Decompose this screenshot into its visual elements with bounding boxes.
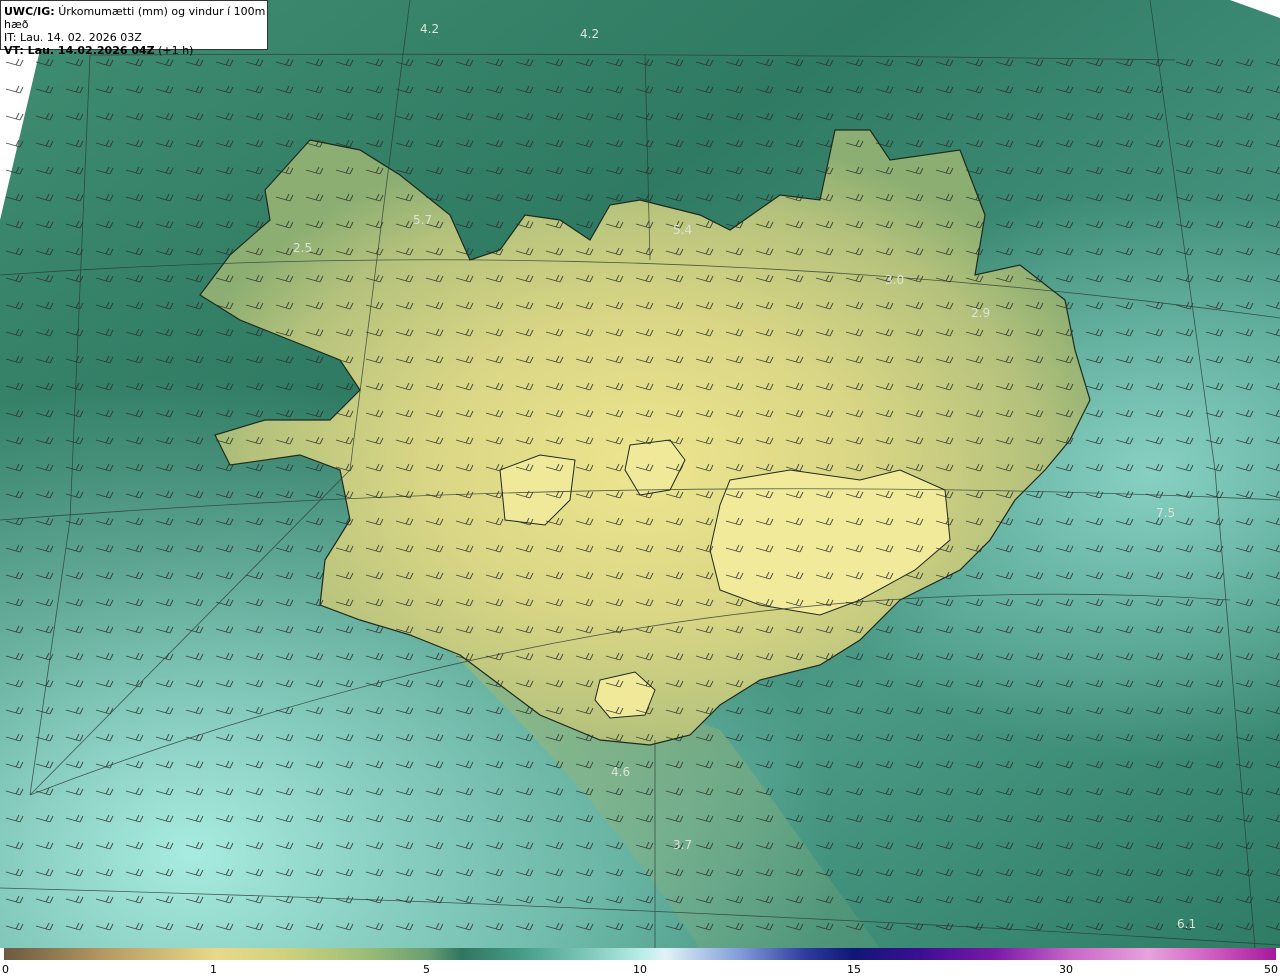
map-title-box: UWC/IG: Úrkomumætti (mm) og vindur í 100… bbox=[0, 0, 268, 57]
wind-barbs-field bbox=[0, 50, 1280, 948]
map-label: 4.2 bbox=[580, 27, 599, 41]
colorbar-tick: 30 bbox=[1059, 963, 1073, 976]
map-label: 4.6 bbox=[611, 765, 630, 779]
map-label: 6.1 bbox=[1177, 917, 1196, 931]
weather-map: 4.2 4.2 5.7 2.5 5.4 3.0 2.9 7.5 4.6 3.7 … bbox=[0, 0, 1280, 948]
map-label: 3.7 bbox=[673, 838, 692, 852]
map-label: 2.5 bbox=[293, 241, 312, 255]
colorbar-tick: 0 bbox=[2, 963, 9, 976]
model-name: UWC/IG: bbox=[4, 5, 55, 18]
colorbar-tick: 15 bbox=[847, 963, 861, 976]
colorbar bbox=[4, 948, 1276, 960]
map-label: 4.2 bbox=[420, 22, 439, 36]
colorbar-legend: 0 1 5 10 15 30 50 bbox=[0, 948, 1280, 978]
map-label: 7.5 bbox=[1156, 506, 1175, 520]
valid-time: VT: Lau. 14.02.2026 04Z bbox=[4, 44, 155, 57]
lead-time: (+1 h) bbox=[158, 44, 194, 57]
colorbar-tick: 50 bbox=[1264, 963, 1278, 976]
map-label: 2.9 bbox=[971, 306, 990, 320]
map-label: 3.0 bbox=[885, 273, 904, 287]
map-label: 5.4 bbox=[673, 223, 692, 237]
map-label: 5.7 bbox=[413, 213, 432, 227]
init-time: IT: Lau. 14. 02. 2026 03Z bbox=[4, 31, 142, 44]
colorbar-tick: 10 bbox=[633, 963, 647, 976]
title-line: UWC/IG: Úrkomumætti (mm) og vindur í 100… bbox=[4, 5, 267, 31]
colorbar-tick: 5 bbox=[423, 963, 430, 976]
valid-time-line: VT: Lau. 14.02.2026 04Z (+1 h) bbox=[4, 44, 267, 57]
colorbar-tick: 1 bbox=[210, 963, 217, 976]
